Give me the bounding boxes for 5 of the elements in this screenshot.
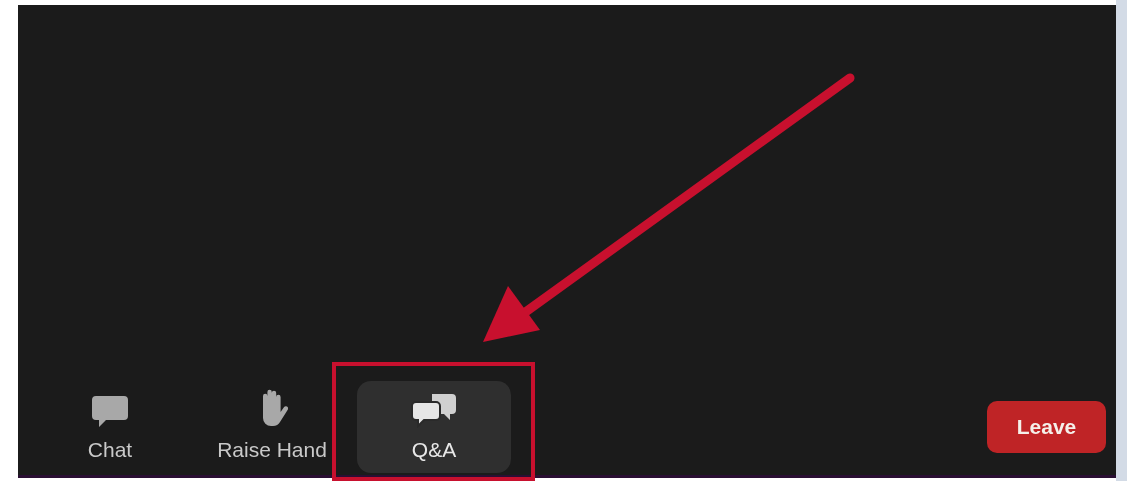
speech-bubble-icon [90,393,130,428]
toolbar-button[interactable]: Chat [33,381,187,473]
toolbar-button[interactable]: Raise Hand [195,381,349,473]
leave-button[interactable]: Leave [987,401,1106,453]
toolbar-button[interactable]: Q&A [357,381,511,473]
